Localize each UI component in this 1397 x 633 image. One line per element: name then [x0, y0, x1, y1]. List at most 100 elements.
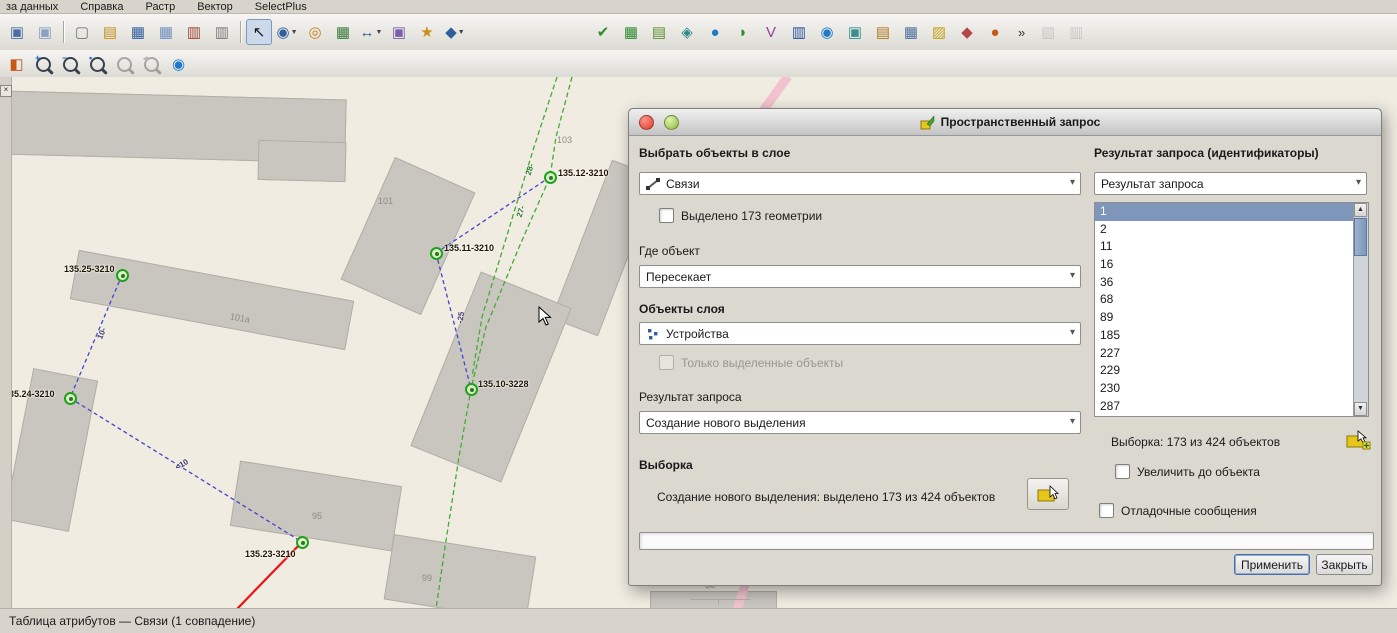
plugin-copy-icon[interactable]: ▤ [870, 19, 896, 45]
window-minimize-icon[interactable] [664, 115, 679, 130]
result-id-item[interactable]: 16 [1095, 256, 1354, 274]
zoom-out-icon[interactable]: − [58, 52, 83, 76]
device-label: 135.11-3210 [444, 243, 494, 253]
selected-geometries-checkbox[interactable]: Выделено 173 геометрии [659, 208, 822, 223]
checkbox-box[interactable] [1115, 464, 1130, 479]
result-mode-combobox[interactable]: Создание нового выделения ▾ [639, 411, 1081, 434]
source-layer-value: Связи [666, 177, 700, 191]
annotation-icon[interactable]: ◆▼ [442, 19, 468, 45]
toolbar-overflow-chevron[interactable]: » [1018, 25, 1025, 40]
device-marker[interactable] [544, 171, 557, 184]
result-id-item[interactable]: 68 [1095, 291, 1354, 309]
composer-manager-icon[interactable]: ▥ [209, 19, 235, 45]
scroll-down-icon[interactable]: ▼ [1354, 402, 1367, 416]
result-id-item[interactable]: 36 [1095, 274, 1354, 292]
select-from-result-button[interactable] [1339, 424, 1377, 456]
plugin-chart-icon[interactable]: ▦ [618, 19, 644, 45]
new-project-icon[interactable]: ▣ [4, 19, 30, 45]
plugin-fire-icon[interactable]: ● [982, 19, 1008, 45]
print-composer-icon[interactable]: ▥ [181, 19, 207, 45]
menu-item[interactable]: SelectPlus [255, 1, 307, 13]
open-project-icon[interactable]: ▣ [32, 19, 58, 45]
apply-selection-button[interactable] [1027, 478, 1069, 510]
status-bar: Таблица атрибутов — Связи (1 совпадение) [0, 608, 1397, 633]
attribute-table-icon[interactable]: ▦ [330, 19, 356, 45]
web-globe-icon[interactable]: ◉ [166, 52, 191, 76]
plugin-search-icon[interactable]: ◉ [814, 19, 840, 45]
plugin-raster-icon[interactable]: ▤ [646, 19, 672, 45]
result-id-item[interactable]: 229 [1095, 362, 1354, 380]
plugin-diamond-icon[interactable]: ◈ [674, 19, 700, 45]
device-marker[interactable] [116, 269, 129, 282]
menu-item[interactable]: Растр [145, 1, 175, 13]
panel-close-icon[interactable]: × [0, 85, 12, 97]
left-panel-strip[interactable]: × [0, 77, 12, 609]
result-id-rows[interactable]: 121116366889185227229230287 [1095, 203, 1354, 416]
status-text: Таблица атрибутов — Связи (1 совпадение) [9, 614, 255, 628]
result-id-item[interactable]: 2 [1095, 221, 1354, 239]
cut-icon[interactable]: ▧ [1035, 19, 1061, 45]
menu-item[interactable]: Справка [80, 1, 123, 13]
zoom-native-icon[interactable]: ▪ [85, 52, 110, 76]
menu-item[interactable]: за данных [6, 1, 58, 13]
save-icon[interactable]: ▦ [125, 19, 151, 45]
save-as-icon[interactable]: ▦ [153, 19, 179, 45]
building-number-label: 99 [422, 573, 432, 583]
new-file-icon[interactable]: ▢ [69, 19, 95, 45]
window-close-icon[interactable] [639, 115, 654, 130]
apply-button[interactable]: Применить [1234, 554, 1310, 575]
checkbox-box[interactable] [659, 208, 674, 223]
result-mode-label: Результат запроса [639, 390, 742, 404]
device-marker[interactable] [64, 392, 77, 405]
plugin-globe-icon[interactable]: ● [702, 19, 728, 45]
checkbox-box[interactable] [1099, 503, 1114, 518]
plugin-vector-icon[interactable]: V [758, 19, 784, 45]
plugin-book-icon[interactable]: ▥ [786, 19, 812, 45]
plugin-check-icon[interactable]: ✔ [590, 19, 616, 45]
result-id-item[interactable]: 89 [1095, 309, 1354, 327]
result-id-listbox[interactable]: 121116366889185227229230287 ▲ ▼ [1094, 202, 1369, 417]
debug-messages-checkbox[interactable]: Отладочные сообщения [1099, 503, 1257, 518]
plugin-db-icon[interactable]: ◆ [954, 19, 980, 45]
scroll-thumb[interactable] [1354, 218, 1367, 256]
device-marker[interactable] [430, 247, 443, 260]
list-scrollbar[interactable]: ▲ ▼ [1353, 203, 1368, 416]
menu-item[interactable]: Вектор [197, 1, 233, 13]
select-tool-icon[interactable]: ↖ [246, 19, 272, 45]
identify-icon[interactable]: ◉▼ [274, 19, 300, 45]
capture-icon[interactable]: ◎ [302, 19, 328, 45]
result-view-combobox[interactable]: Результат запроса ▾ [1094, 172, 1367, 195]
result-id-item[interactable]: 1 [1095, 203, 1354, 221]
scroll-up-icon[interactable]: ▲ [1354, 203, 1367, 217]
result-id-item[interactable]: 227 [1095, 345, 1354, 363]
zoom-in-icon[interactable]: + [31, 52, 56, 76]
zoom-to-object-checkbox[interactable]: Увеличить до объекта [1115, 464, 1260, 479]
result-id-item[interactable]: 230 [1095, 380, 1354, 398]
checkbox-label: Увеличить до объекта [1137, 465, 1260, 479]
bookmark-icon[interactable]: ★ [414, 19, 440, 45]
zoom-last-icon[interactable]: ◂ [139, 52, 164, 76]
predicate-value: Пересекает [646, 270, 711, 284]
device-marker[interactable] [465, 383, 478, 396]
close-button[interactable]: Закрыть [1316, 554, 1373, 575]
reference-layer-combobox[interactable]: Устройства ▾ [639, 322, 1081, 345]
plugin-image-icon[interactable]: ▣ [842, 19, 868, 45]
source-layer-combobox[interactable]: Связи ▾ [639, 172, 1081, 195]
device-marker[interactable] [296, 536, 309, 549]
predicate-combobox[interactable]: Пересекает ▾ [639, 265, 1081, 288]
measure-icon[interactable]: ↔▼ [358, 19, 384, 45]
plugin-table-icon[interactable]: ▦ [898, 19, 924, 45]
result-id-item[interactable]: 287 [1095, 398, 1354, 416]
dialog-title-bar[interactable]: Пространственный запрос [629, 109, 1381, 136]
plugin-folder-icon[interactable]: ▨ [926, 19, 952, 45]
paste-icon[interactable]: ▥ [1063, 19, 1089, 45]
toolbar-separator [63, 21, 64, 43]
touch-zoom-icon[interactable]: ◧ [4, 52, 29, 76]
open-file-icon[interactable]: ▤ [97, 19, 123, 45]
result-id-item[interactable]: 185 [1095, 327, 1354, 345]
map-tips-icon[interactable]: ▣ [386, 19, 412, 45]
combo-dropdown-icon: ▾ [1070, 416, 1075, 427]
plugin-leaf-icon[interactable]: ◗ [730, 19, 756, 45]
zoom-selection-icon[interactable] [112, 52, 137, 76]
result-id-item[interactable]: 11 [1095, 238, 1354, 256]
